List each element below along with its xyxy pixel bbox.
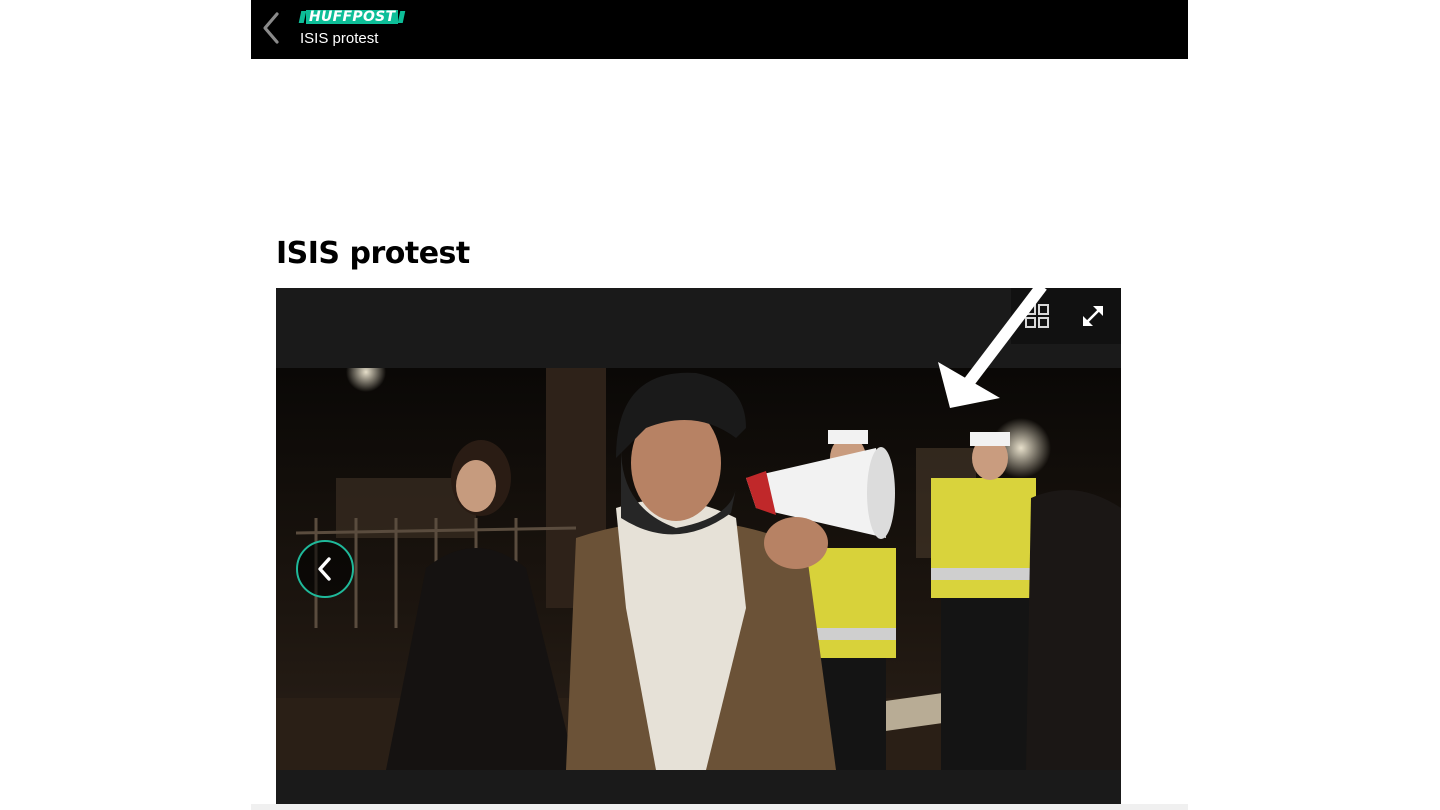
- grid-view-button[interactable]: [1023, 302, 1051, 330]
- header-title: ISIS protest: [300, 30, 379, 47]
- fullscreen-button[interactable]: [1079, 302, 1107, 330]
- chevron-left-icon: [318, 557, 331, 581]
- logo-text: HUFFPOST: [306, 9, 399, 24]
- bottom-divider: [251, 804, 1188, 810]
- slide-image: [276, 352, 1121, 770]
- page-title: ISIS protest: [276, 236, 470, 271]
- top-header: HUFFPOST ISIS protest: [251, 0, 1188, 59]
- viewer-toolbar: [1011, 288, 1121, 344]
- fullscreen-icon: [1083, 306, 1103, 326]
- chevron-left-icon: [263, 12, 279, 44]
- huffpost-logo[interactable]: HUFFPOST: [298, 8, 406, 25]
- back-button[interactable]: [257, 8, 285, 48]
- logo-bar-right: [398, 10, 406, 23]
- previous-slide-button[interactable]: [296, 540, 354, 598]
- grid-icon: [1025, 304, 1049, 328]
- page: HUFFPOST ISIS protest ISIS protest: [0, 0, 1440, 810]
- slideshow-viewer[interactable]: [276, 288, 1121, 804]
- protester-with-megaphone-photo: [276, 352, 1121, 770]
